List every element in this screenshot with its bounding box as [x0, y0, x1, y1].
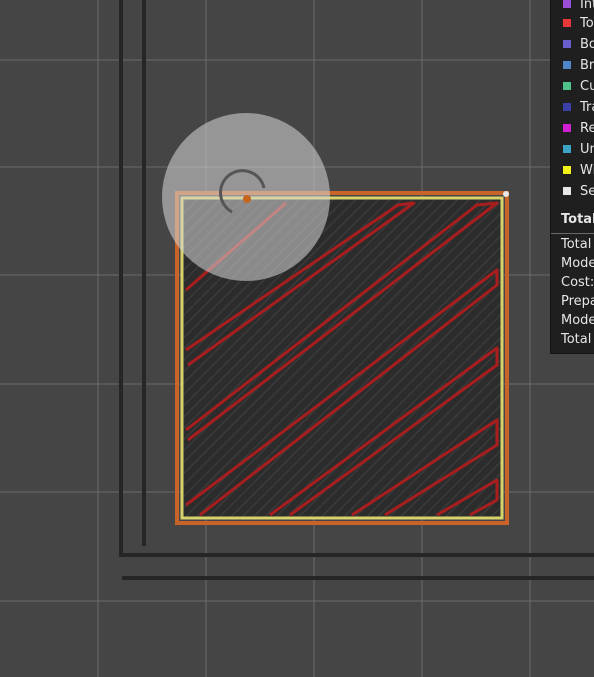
legend-item: To — [551, 13, 594, 33]
legend-swatch — [563, 166, 571, 174]
legend-label: Se — [580, 183, 594, 199]
legend-item: Re — [551, 118, 594, 138]
legend-item: Int — [551, 0, 594, 14]
legend-item: Se — [551, 181, 594, 201]
stat-label: Total — [561, 237, 592, 252]
legend-label: Bo — [580, 36, 594, 52]
corner-marker — [503, 191, 509, 197]
legend-swatch — [563, 61, 571, 69]
legend-item: Bo — [551, 34, 594, 54]
stat-label: Prepa — [561, 294, 594, 309]
legend-label: Re — [580, 120, 594, 136]
legend-label: Cu — [580, 78, 594, 94]
legend-swatch — [563, 187, 571, 195]
legend-panel: Int To Bo Bri Cu Tra Re Un Wi Se Total T… — [550, 0, 594, 354]
stat-label: Total — [561, 332, 592, 347]
legend-label: Bri — [580, 57, 594, 73]
rotate-gizmo-icon[interactable] — [162, 113, 330, 281]
stat-label: Mode — [561, 313, 594, 328]
legend-label: Tra — [580, 99, 594, 115]
divider — [551, 233, 594, 234]
legend-item: Un — [551, 139, 594, 159]
legend-swatch — [563, 40, 571, 48]
legend-label: To — [580, 15, 594, 31]
3d-viewport[interactable] — [0, 0, 594, 677]
legend-label: Un — [580, 141, 594, 157]
legend-swatch — [563, 0, 571, 8]
legend-label: Wi — [580, 162, 594, 178]
legend-swatch — [563, 82, 571, 90]
legend-item: Tra — [551, 97, 594, 117]
legend-item: Cu — [551, 76, 594, 96]
legend-swatch — [563, 145, 571, 153]
legend-item: Bri — [551, 55, 594, 75]
stat-label: Mode — [561, 256, 594, 271]
stat-label: Cost: — [561, 275, 594, 290]
stats-title: Total — [561, 212, 594, 227]
legend-swatch — [563, 19, 571, 27]
legend-label: Int — [580, 0, 594, 12]
legend-swatch — [563, 103, 571, 111]
legend-item: Wi — [551, 160, 594, 180]
legend-swatch — [563, 124, 571, 132]
